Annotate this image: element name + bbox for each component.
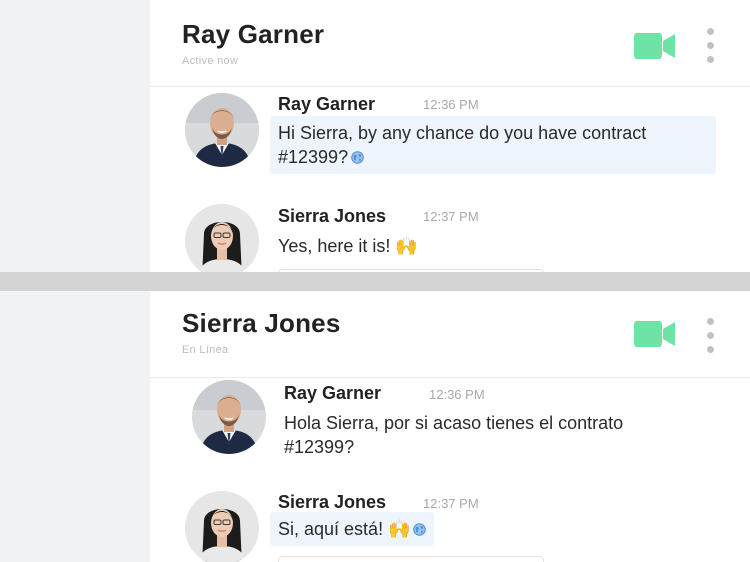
message-text: Si, aquí está! 🙌 bbox=[278, 519, 411, 539]
divider bbox=[0, 272, 750, 291]
attachment-card[interactable] bbox=[278, 556, 544, 562]
message-text-line: Hi Sierra, by any chance do you have con… bbox=[278, 123, 647, 143]
contact-name: Sierra Jones bbox=[182, 308, 341, 338]
message-time: 12:37 PM bbox=[423, 496, 479, 511]
chat-window-english: Ray Garner Active now Ray Garner 12:36 P… bbox=[0, 0, 750, 272]
message-text-line-2: #12399? bbox=[278, 145, 708, 169]
message-sender: Sierra Jones bbox=[278, 206, 387, 226]
message-list: Ray Garner 12:36 PM Hola Sierra, por si … bbox=[150, 378, 750, 562]
sidebar bbox=[0, 0, 150, 272]
message-text-line: Hola Sierra, por si acaso tienes el cont… bbox=[284, 413, 624, 433]
message-time: 12:36 PM bbox=[423, 97, 479, 112]
avatar[interactable] bbox=[185, 204, 259, 272]
contact-status: Active now bbox=[182, 55, 239, 67]
message-text: #12399? bbox=[278, 147, 349, 167]
globe-icon[interactable] bbox=[351, 151, 364, 164]
video-camera-icon[interactable] bbox=[634, 321, 676, 347]
message-bubble: Si, aquí está! 🙌 bbox=[270, 512, 435, 546]
sidebar bbox=[0, 291, 150, 562]
video-camera-icon[interactable] bbox=[634, 33, 676, 59]
chat-header: Sierra Jones En Línea bbox=[150, 291, 750, 378]
avatar[interactable] bbox=[185, 491, 259, 562]
avatar[interactable] bbox=[192, 380, 266, 454]
message-sender: Ray Garner bbox=[278, 94, 376, 114]
avatar[interactable] bbox=[185, 93, 259, 167]
contact-name: Ray Garner bbox=[182, 19, 325, 49]
globe-icon[interactable] bbox=[413, 523, 426, 536]
more-vertical-icon[interactable] bbox=[702, 318, 718, 354]
message-time: 12:36 PM bbox=[429, 387, 485, 402]
chat-window-spanish: Sierra Jones En Línea Ray Garner 12:36 P… bbox=[0, 291, 750, 562]
message-bubble: Hola Sierra, por si acaso tienes el cont… bbox=[276, 406, 722, 464]
message-time: 12:37 PM bbox=[423, 209, 479, 224]
message-bubble: Yes, here it is! 🙌 bbox=[270, 229, 426, 263]
message-text: Yes, here it is! 🙌 bbox=[278, 236, 418, 256]
message-text-line-2: #12399? bbox=[284, 437, 355, 457]
message-bubble: Hi Sierra, by any chance do you have con… bbox=[270, 116, 716, 174]
message-sender: Ray Garner bbox=[284, 383, 382, 403]
message-list: Ray Garner 12:36 PM Hi Sierra, by any ch… bbox=[150, 87, 750, 272]
more-vertical-icon[interactable] bbox=[702, 28, 718, 64]
chat-header: Ray Garner Active now bbox=[150, 0, 750, 87]
contact-status: En Línea bbox=[182, 344, 229, 356]
message-sender: Sierra Jones bbox=[278, 492, 387, 512]
